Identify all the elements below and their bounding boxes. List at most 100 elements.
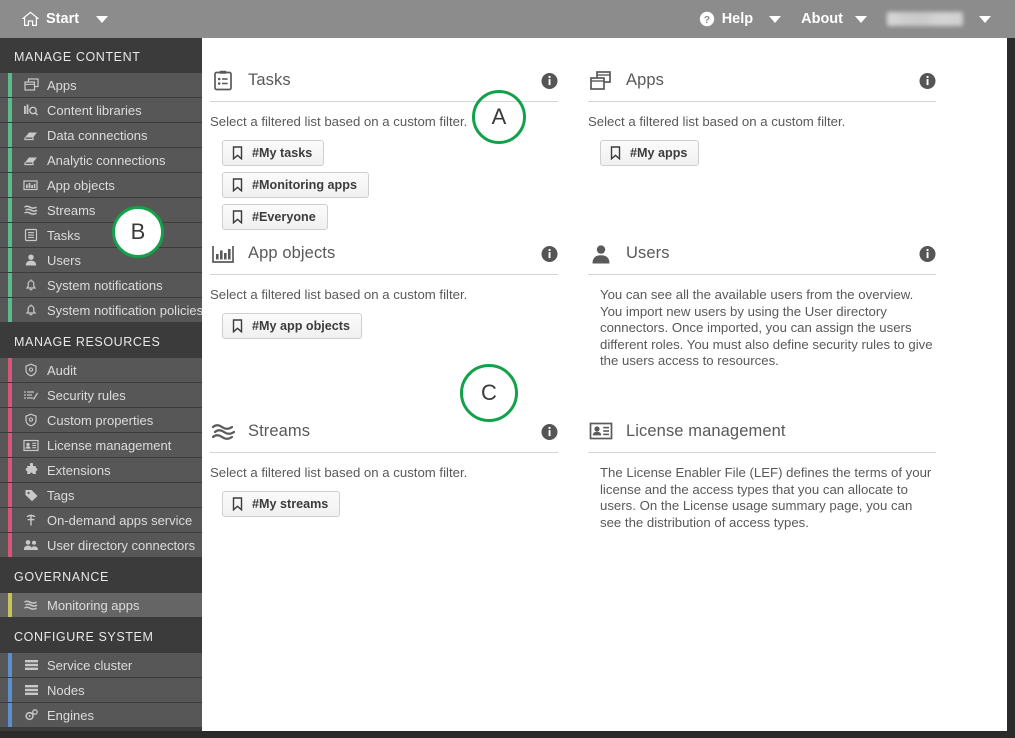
about-label: About — [801, 11, 843, 27]
filter-chip-list: #My apps — [588, 139, 936, 172]
sidebar-item-monitoring-apps[interactable]: Monitoring apps — [0, 593, 202, 618]
sidebar-item-streams[interactable]: Streams — [0, 198, 202, 223]
sidebar-item-label: Data connections — [47, 127, 148, 143]
about-chevron-down-icon[interactable] — [855, 15, 867, 23]
bell-icon — [22, 277, 40, 293]
filter-chip-list: #My tasks #Monitoring apps #Everyone — [210, 139, 558, 236]
panel-description: Select a filtered list based on a custom… — [210, 287, 468, 302]
qmc-window: Start ? Help About MANAGE CONTENT Apps C… — [0, 0, 1015, 738]
panel-title: Tasks — [248, 71, 291, 89]
extensions-icon — [22, 462, 40, 478]
sidebar-item-label: Tags — [47, 487, 75, 503]
sidebar-item-user-directory-connectors[interactable]: User directory connectors — [0, 533, 202, 558]
sidebar-item-label: User directory connectors — [47, 537, 196, 553]
sidebar-item-label: Apps — [47, 77, 77, 93]
sidebar-item-analytic-connections[interactable]: Analytic connections — [0, 148, 202, 173]
panel-title: Users — [626, 244, 670, 262]
filter-chip-my-streams[interactable]: #My streams — [222, 490, 341, 517]
panel-header: Apps — [588, 60, 936, 102]
help-chevron-down-icon[interactable] — [769, 15, 782, 23]
filter-chip-monitoring-apps[interactable]: #Monitoring apps — [222, 171, 369, 198]
info-icon[interactable] — [541, 72, 558, 89]
sidebar-accent-bar — [8, 508, 12, 532]
sidebar-accent-bar — [8, 383, 12, 407]
sidebar-item-engines[interactable]: Engines — [0, 703, 202, 728]
start-chevron-down-icon[interactable] — [96, 15, 109, 23]
annotation-marker-b: B — [112, 206, 164, 258]
sidebar-item-users[interactable]: Users — [0, 248, 202, 273]
sidebar-item-app-objects[interactable]: App objects — [0, 173, 202, 198]
info-icon[interactable] — [919, 245, 936, 262]
start-label: Start — [46, 11, 80, 27]
sidebar-item-extensions[interactable]: Extensions — [0, 458, 202, 483]
bookmark-icon — [232, 318, 243, 333]
user-chevron-down-icon[interactable] — [979, 15, 991, 23]
sidebar-item-label: Audit — [47, 362, 77, 378]
annotation-label-c: C — [481, 380, 497, 405]
sidebar-item-tasks[interactable]: Tasks — [0, 223, 202, 248]
info-icon[interactable] — [919, 72, 936, 89]
sidebar-item-audit[interactable]: Audit — [0, 358, 202, 383]
license-panel-icon — [588, 420, 614, 444]
sidebar-accent-bar — [8, 408, 12, 432]
bookmark-icon — [232, 177, 243, 192]
sidebar-accent-bar — [8, 273, 12, 297]
panel-tasks: Tasks Select a filtered list based on a c… — [210, 60, 558, 236]
sidebar-item-label: Extensions — [47, 462, 111, 478]
sidebar-item-apps[interactable]: Apps — [0, 73, 202, 98]
left-sidebar[interactable]: MANAGE CONTENT Apps Content libraries Data … — [0, 38, 202, 738]
bookmark-icon — [232, 496, 243, 511]
sidebar-accent-bar — [8, 703, 12, 727]
svg-text:?: ? — [703, 14, 709, 26]
panel-title: License management — [626, 422, 786, 440]
window-right-frame — [1007, 38, 1015, 738]
topbar-left: Start — [0, 0, 116, 38]
on-demand-apps-icon — [22, 512, 40, 528]
filter-chip-label: #My apps — [630, 145, 688, 160]
sidebar-item-system-notification-policies[interactable]: System notification policies — [0, 298, 202, 323]
sidebar-item-tags[interactable]: Tags — [0, 483, 202, 508]
bookmark-icon — [232, 145, 243, 160]
sidebar-accent-bar — [8, 73, 12, 97]
sidebar-item-nodes[interactable]: Nodes — [0, 678, 202, 703]
sidebar-item-data-connections[interactable]: Data connections — [0, 123, 202, 148]
cluster-icon — [22, 657, 40, 673]
streams-icon — [22, 597, 40, 613]
sidebar-section-header: GOVERNANCE — [0, 558, 202, 593]
sidebar-item-security-rules[interactable]: Security rules — [0, 383, 202, 408]
filter-chip-my-apps[interactable]: #My apps — [600, 139, 700, 166]
panel-grid: Tasks Select a filtered list based on a c… — [202, 38, 1007, 731]
help-button[interactable]: ? Help — [693, 0, 759, 38]
users-icon — [22, 252, 40, 268]
about-button[interactable]: About — [795, 0, 849, 38]
sidebar-item-label: Content libraries — [47, 102, 142, 118]
sidebar-accent-bar — [8, 358, 12, 382]
sidebar-item-on-demand-apps-service[interactable]: On-demand apps service — [0, 508, 202, 533]
filter-chip-label: #My tasks — [252, 145, 313, 160]
sidebar-item-content-libraries[interactable]: Content libraries — [0, 98, 202, 123]
filter-chip-my-app-objects[interactable]: #My app objects — [222, 312, 362, 339]
filter-chip-everyone[interactable]: #Everyone — [222, 203, 328, 230]
sidebar-accent-bar — [8, 678, 12, 702]
tasks-panel-icon — [210, 69, 236, 93]
panel-description: Select a filtered list based on a custom… — [210, 465, 468, 480]
sidebar-accent-bar — [8, 198, 12, 222]
sidebar-item-custom-properties[interactable]: Custom properties — [0, 408, 202, 433]
start-menu-button[interactable]: Start — [16, 0, 85, 38]
sidebar-item-label: Engines — [47, 707, 94, 723]
panel-streams: Streams Select a filtered list based on a… — [210, 411, 558, 523]
sidebar-item-system-notifications[interactable]: System notifications — [0, 273, 202, 298]
info-icon[interactable] — [541, 245, 558, 262]
panel-app-objects: App objects Select a filtered list based … — [210, 233, 558, 345]
filter-chip-my-tasks[interactable]: #My tasks — [222, 139, 325, 166]
tasks-icon — [22, 227, 40, 243]
info-icon[interactable] — [541, 423, 558, 440]
panel-title: App objects — [248, 244, 336, 262]
sidebar-item-service-cluster[interactable]: Service cluster — [0, 653, 202, 678]
user-menu-button[interactable] — [881, 0, 969, 38]
sidebar-item-license-management[interactable]: License management — [0, 433, 202, 458]
streams-panel-icon — [210, 420, 236, 444]
help-circle-icon: ? — [699, 11, 715, 27]
annotation-marker-c: C — [460, 364, 518, 422]
main-content-area: Tasks Select a filtered list based on a c… — [202, 38, 1007, 731]
